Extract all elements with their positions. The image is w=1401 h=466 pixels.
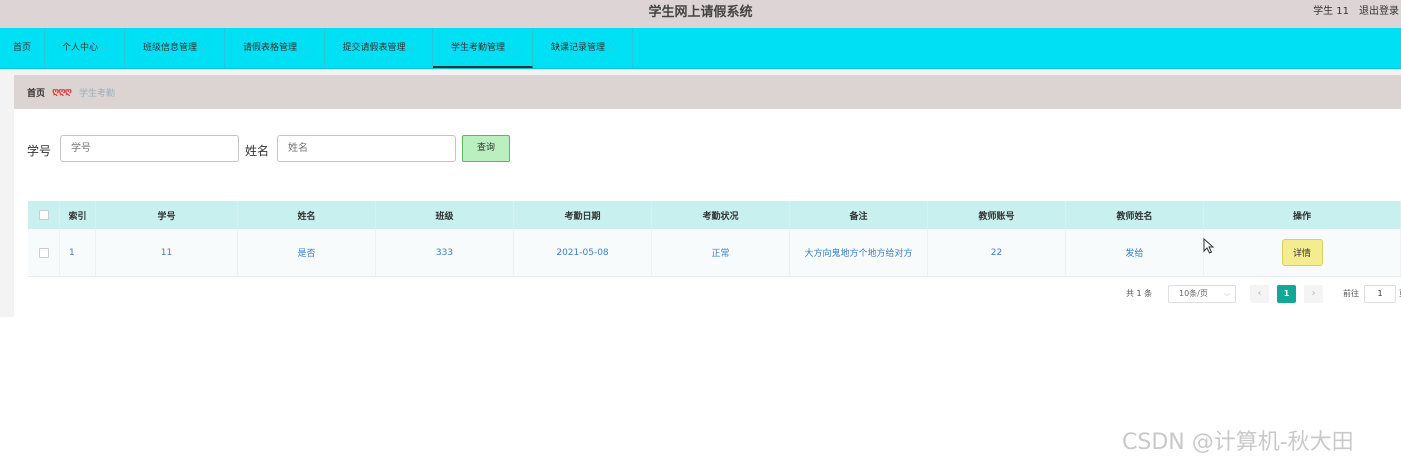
chevron-down-icon: ⌵ [199, 43, 207, 52]
column-header: 索引 [60, 201, 96, 229]
nav-item-home[interactable]: 首页 [0, 28, 45, 68]
column-header: 操作 [1204, 201, 1401, 229]
column-header: 备注 [790, 201, 928, 229]
column-header: 教师账号 [928, 201, 1066, 229]
cell-name: 是否 [238, 229, 376, 276]
watermark: CSDN @计算机-秋大田 [1122, 430, 1354, 455]
goto-label: 前往 [1343, 289, 1359, 298]
nav-label: 请假表格管理 [242, 43, 297, 53]
nav-item-class-info[interactable]: 班级信息管理 ⌵ [125, 28, 225, 68]
name-label: 姓名 [245, 144, 270, 158]
page-size-value: 10条/页 [1179, 289, 1208, 298]
nav-item-attendance[interactable]: 学生考勤管理 ⌵ [433, 28, 533, 68]
table-row: 1 11 是否 333 2021-05-08 正常 大方向鬼地方个地方给对方 2… [28, 229, 1401, 277]
logout-link[interactable]: 退出登录 [1359, 0, 1401, 28]
chevron-down-icon: ⌵ [607, 43, 615, 52]
breadcrumb: 首页 ღღღ 学生考勤 [14, 75, 1401, 109]
select-all-cell [28, 201, 60, 229]
cell-teacher-name: 发给 [1066, 229, 1204, 276]
name-input[interactable] [277, 135, 456, 162]
main-container: 首页 ღღღ 学生考勤 学号 姓名 查询 索引 学号 姓名 班级 考勤日期 考勤… [0, 69, 1401, 317]
row-select-cell [28, 229, 60, 276]
student-no-input[interactable] [60, 135, 239, 162]
student-no-label: 学号 [27, 144, 52, 158]
cell-student-no: 11 [96, 229, 238, 276]
pagination-total: 共 1 条 [1126, 289, 1153, 298]
cell-class: 333 [376, 229, 514, 276]
cell-teacher-account: 22 [928, 229, 1066, 276]
chevron-down-icon: ⌵ [408, 43, 415, 52]
page-size-select[interactable]: 10条/页 ⌵ [1168, 285, 1236, 303]
column-header: 考勤状况 [652, 201, 790, 229]
chevron-left-icon: ‹ [1257, 288, 1262, 299]
nav-item-personal-center[interactable]: 个人中心 ⌵ [45, 28, 125, 68]
nav-label: 缺课记录管理 [550, 43, 605, 53]
top-bar: 学生网上请假系统 学生 11 退出登录 [0, 0, 1401, 28]
content-panel: 首页 ღღღ 学生考勤 学号 姓名 查询 索引 学号 姓名 班级 考勤日期 考勤… [14, 75, 1401, 317]
cell-date: 2021-05-08 [514, 229, 652, 276]
column-header: 姓名 [238, 201, 376, 229]
chevron-down-icon: ⌵ [100, 43, 108, 52]
mouse-cursor-icon [1203, 238, 1215, 254]
nav-item-submit-leave[interactable]: 提交请假表管理 ⌵ [325, 28, 433, 68]
user-label: 学生 11 [1313, 6, 1349, 17]
nav-label: 班级信息管理 [142, 43, 197, 53]
nav-label: 提交请假表管理 [342, 43, 406, 53]
query-button[interactable]: 查询 [462, 135, 510, 162]
chevron-down-icon: ⌵ [299, 43, 307, 52]
column-header: 教师姓名 [1066, 201, 1204, 229]
breadcrumb-separator: ღღღ [52, 87, 72, 97]
column-header: 考勤日期 [514, 201, 652, 229]
table-header: 索引 学号 姓名 班级 考勤日期 考勤状况 备注 教师账号 教师姓名 操作 [28, 201, 1401, 229]
goto-page-input[interactable]: 1 [1364, 285, 1396, 303]
cell-status: 正常 [652, 229, 790, 276]
chevron-down-icon: ⌵ [1223, 289, 1230, 298]
chevron-right-icon: › [1311, 288, 1316, 299]
nav-label: 学生考勤管理 [450, 43, 505, 53]
cell-action: 详情 [1204, 229, 1401, 276]
detail-button[interactable]: 详情 [1281, 239, 1323, 266]
page-number-active[interactable]: 1 [1277, 285, 1296, 303]
next-page-button[interactable]: › [1304, 285, 1323, 303]
cell-remark: 大方向鬼地方个地方给对方 [790, 229, 928, 276]
main-nav: 首页 个人中心 ⌵ 班级信息管理 ⌵ 请假表格管理 ⌵ 提交请假表管理 ⌵ 学生考勤管理… [0, 28, 1401, 69]
column-header: 班级 [376, 201, 514, 229]
row-checkbox[interactable] [38, 247, 49, 258]
breadcrumb-home[interactable]: 首页 [27, 86, 45, 99]
nav-item-leave-form[interactable]: 请假表格管理 ⌵ [225, 28, 325, 68]
app-title: 学生网上请假系统 [648, 5, 753, 20]
nav-item-absence-record[interactable]: 缺课记录管理 ⌵ [533, 28, 633, 68]
breadcrumb-current: 学生考勤 [79, 89, 116, 99]
nav-label: 首页 [12, 43, 31, 53]
prev-page-button[interactable]: ‹ [1250, 285, 1269, 303]
column-header: 学号 [96, 201, 238, 229]
nav-label: 个人中心 [61, 43, 98, 53]
cell-index: 1 [60, 229, 96, 276]
select-all-checkbox[interactable] [38, 210, 49, 220]
chevron-down-icon: ⌵ [507, 43, 515, 52]
